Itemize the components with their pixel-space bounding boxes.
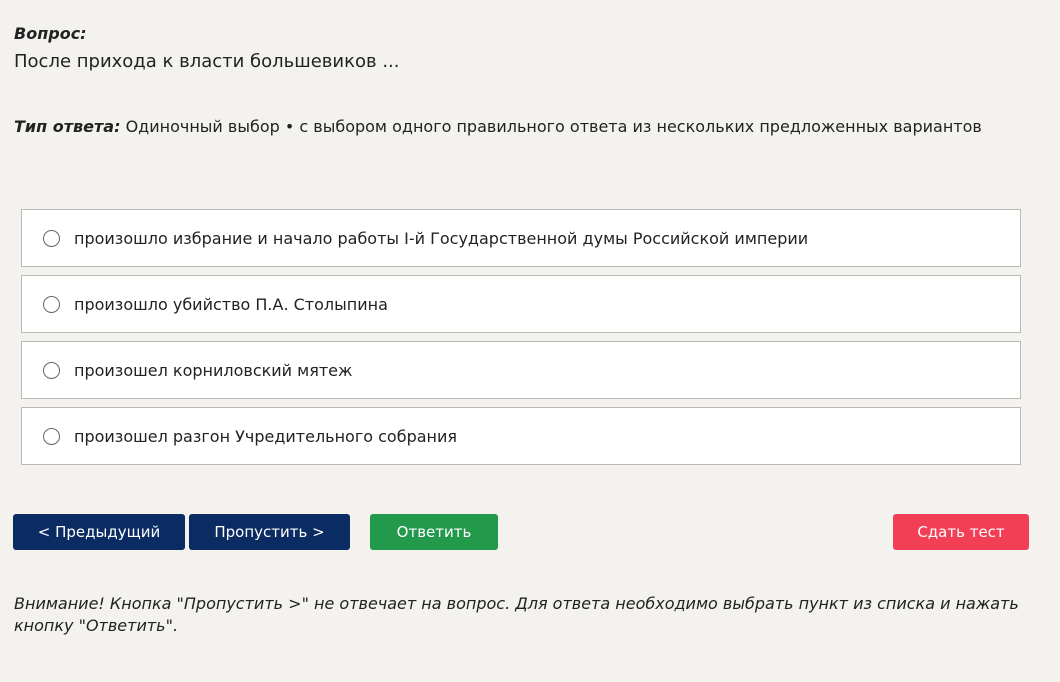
options-list: произошло избрание и начало работы I-й Г… bbox=[21, 209, 1021, 473]
radio-button[interactable] bbox=[43, 427, 60, 445]
notice-text: Внимание! Кнопка "Пропустить >" не отвеч… bbox=[14, 594, 1019, 635]
answer-button[interactable]: Ответить bbox=[370, 514, 498, 550]
answer-type-label: Тип ответа: bbox=[14, 117, 121, 136]
option-item[interactable]: произошло убийство П.А. Столыпина bbox=[21, 275, 1021, 333]
option-label: произошло избрание и начало работы I-й Г… bbox=[74, 228, 809, 248]
option-label: произошел разгон Учредительного собрания bbox=[74, 426, 458, 446]
option-label: произошло убийство П.А. Столыпина bbox=[74, 294, 388, 314]
option-item[interactable]: произошел корниловский мятеж bbox=[21, 341, 1021, 399]
radio-button[interactable] bbox=[43, 295, 60, 313]
option-item[interactable]: произошло избрание и начало работы I-й Г… bbox=[21, 209, 1021, 267]
answer-type-value: Одиночный выбор • с выбором одного прави… bbox=[125, 117, 982, 136]
previous-button[interactable]: < Предыдущий bbox=[13, 514, 185, 550]
answer-type: Тип ответа: Одиночный выбор • с выбором … bbox=[14, 117, 982, 136]
submit-test-button[interactable]: Сдать тест bbox=[893, 514, 1029, 550]
skip-button[interactable]: Пропустить > bbox=[189, 514, 350, 550]
question-label: Вопрос: bbox=[14, 24, 87, 43]
radio-button[interactable] bbox=[43, 229, 60, 247]
radio-button[interactable] bbox=[43, 361, 60, 379]
option-label: произошел корниловский мятеж bbox=[74, 360, 353, 380]
question-text: После прихода к власти большевиков ... bbox=[14, 51, 400, 72]
option-item[interactable]: произошел разгон Учредительного собрания bbox=[21, 407, 1021, 465]
